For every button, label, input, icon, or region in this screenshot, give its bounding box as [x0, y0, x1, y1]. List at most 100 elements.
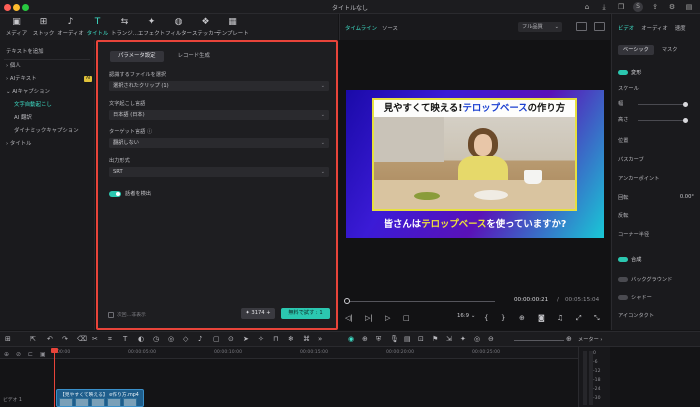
snapshot-icon[interactable]	[576, 22, 587, 31]
undo-icon[interactable]: ↶	[47, 335, 53, 343]
background-toggle[interactable]	[618, 277, 628, 282]
shield-icon[interactable]: ⛨	[376, 335, 381, 344]
color-icon[interactable]: ◎	[168, 335, 174, 343]
stabilize-icon[interactable]: ⊙	[228, 335, 234, 343]
export-clip-icon[interactable]: ⇲	[446, 335, 452, 343]
video-frame[interactable]: 見やすくて映える!テロップベースの作り方 皆さんはテロップベースを使っていますか…	[346, 90, 604, 238]
mask-icon[interactable]: ▢	[213, 335, 220, 343]
delete-icon[interactable]: ⌫	[77, 335, 87, 343]
keyframe-icon[interactable]: ◇	[183, 335, 188, 343]
width-slider[interactable]	[638, 102, 688, 107]
tab-record-generation[interactable]: レコード生成	[170, 51, 218, 62]
playhead-handle[interactable]	[51, 348, 58, 353]
mic-icon[interactable]: 🎙	[390, 335, 399, 343]
bracket-in-icon[interactable]: {	[484, 314, 488, 322]
image-icon[interactable]	[594, 22, 605, 31]
inspector-subtab-mask[interactable]: マスク	[657, 45, 683, 55]
download-icon[interactable]: ⤓	[599, 2, 609, 12]
sidebar-item-titles[interactable]: › タイトル	[0, 138, 94, 151]
inspector-tab-audio[interactable]: オーディオ	[641, 24, 668, 32]
audio-level-icon[interactable]: ♫	[557, 314, 563, 322]
toolbar-transitions[interactable]: ⇆ トランジ…	[111, 14, 138, 40]
zoom-in-icon[interactable]: ⊕	[566, 335, 572, 343]
export-icon[interactable]: ▤	[684, 2, 694, 12]
sidebar-item-personal[interactable]: › 個人	[0, 60, 94, 73]
account-avatar-icon[interactable]: S	[633, 2, 643, 12]
quality-dropdown[interactable]: フル品質 ⌄	[518, 22, 562, 32]
composite-toggle[interactable]	[618, 257, 628, 262]
video-clip[interactable]: 【見やすくて映える】 e作り方.mp4	[56, 389, 144, 407]
speaker-detect-toggle[interactable]	[109, 190, 121, 197]
snap-icon[interactable]: ⊡	[418, 335, 424, 343]
composite-section[interactable]: 合成	[618, 256, 641, 263]
bracket-out-icon[interactable]: }	[501, 314, 505, 322]
toolbar-media[interactable]: ▣ メディア	[3, 14, 30, 40]
zoom-icon[interactable]: ⊕	[519, 314, 525, 322]
aspect-ratio-dropdown[interactable]: 16:9 ⌄	[457, 313, 475, 319]
fx-icon[interactable]: ✦	[460, 335, 466, 343]
magnet-icon[interactable]: ⊏	[28, 351, 33, 358]
step-back-icon[interactable]: ◁|	[345, 314, 353, 322]
transcribe-language-dropdown[interactable]: 日本語 (日本) ⌄	[109, 110, 329, 120]
target-language-dropdown[interactable]: 翻訳しない ⌄	[109, 138, 329, 148]
info-icon[interactable]: ⓘ	[147, 129, 152, 135]
output-format-dropdown[interactable]: SRT ⌄	[109, 167, 329, 177]
file-select-dropdown[interactable]: 選択されたクリップ (1) ⌄	[109, 81, 329, 91]
beat-icon[interactable]: ◎	[474, 335, 480, 343]
toolbar-effects[interactable]: ✦ エフェクト	[138, 14, 165, 40]
shadow-toggle[interactable]	[618, 295, 628, 300]
render-icon[interactable]: ◉	[348, 335, 354, 343]
select-icon[interactable]: ⇱	[30, 335, 36, 343]
more-icon[interactable]: »	[318, 335, 322, 343]
toolbar-filters[interactable]: ◍ フィルター	[165, 14, 192, 40]
motion-icon[interactable]: ➤	[243, 335, 249, 343]
toolbar-templates[interactable]: ▦ テンプレート	[216, 14, 248, 40]
zoom-out-icon[interactable]: ⊖	[488, 335, 494, 343]
timeline-ruler[interactable]: 00:00 00:00:05:00 00:00:10:00 00:00:15:0…	[0, 347, 578, 359]
sidebar-item-ai-translate[interactable]: AI 翻訳	[0, 112, 94, 125]
freeze-icon[interactable]: ❄	[288, 335, 294, 343]
toolbar-stock[interactable]: ⊞ ストック	[30, 14, 57, 40]
frame-back-icon[interactable]: ▷|	[365, 314, 373, 322]
transform-section[interactable]: 変形	[618, 69, 641, 76]
redo-icon[interactable]: ↷	[62, 335, 68, 343]
tab-parameter-settings[interactable]: パラメータ設定	[110, 51, 164, 62]
dont-show-again-checkbox[interactable]	[108, 311, 114, 318]
sidebar-item-auto-transcribe[interactable]: 文字自動起こし	[0, 99, 94, 112]
height-slider[interactable]	[638, 118, 688, 123]
background-section[interactable]: バックグラウンド	[618, 276, 672, 283]
text-icon[interactable]: T	[123, 335, 127, 343]
tab-timeline[interactable]: タイムライン	[345, 24, 377, 32]
playhead[interactable]	[54, 350, 55, 407]
sidebar-item-dynamic-captions[interactable]: ダイナミックキャプション	[0, 125, 94, 138]
play-icon[interactable]: ▷	[385, 314, 390, 322]
split-icon[interactable]: ⊓	[273, 335, 278, 343]
mark-icon[interactable]: ⊕	[362, 335, 368, 343]
toolbar-stickers[interactable]: ❖ ステッカー	[192, 14, 219, 40]
timeline-zoom-slider[interactable]	[514, 340, 564, 341]
slider-knob[interactable]	[683, 118, 688, 123]
link-icon[interactable]: ⊘	[16, 351, 21, 358]
marker-icon[interactable]: ⚑	[432, 335, 438, 343]
settings-icon[interactable]: ⚙	[667, 2, 677, 12]
cut-icon[interactable]: ✂	[92, 335, 98, 343]
toolbar-titles[interactable]: T タイトル	[84, 14, 111, 40]
meter-dropdown[interactable]: メーター ›	[578, 336, 603, 343]
camera-icon[interactable]: ◙	[538, 314, 545, 322]
sidebar-item-ai-text[interactable]: › AIテキスト AI	[0, 73, 94, 86]
transform-toggle[interactable]	[618, 70, 628, 75]
inspector-tab-speed[interactable]: 速度	[675, 24, 686, 32]
track-toggle-icon[interactable]: ▣	[40, 351, 46, 358]
speed-icon[interactable]: ◷	[153, 335, 159, 343]
ai-icon[interactable]: ✧	[258, 335, 264, 343]
fullscreen-icon[interactable]: ⤢	[576, 314, 582, 323]
detach-icon[interactable]: ⌘	[303, 335, 310, 343]
credits-button[interactable]: ✦ 3174 +	[241, 308, 275, 319]
inspector-subtab-basic[interactable]: ベーシック	[618, 45, 654, 55]
sidebar-item-add-text[interactable]: テキストを追加	[0, 46, 94, 59]
grid-icon[interactable]: ⊞	[5, 335, 11, 343]
tab-source[interactable]: ソース	[382, 24, 398, 32]
progress-track[interactable]	[345, 301, 495, 302]
inspector-tab-video[interactable]: ビデオ	[618, 24, 634, 32]
gift-icon[interactable]: ❒	[616, 2, 626, 12]
